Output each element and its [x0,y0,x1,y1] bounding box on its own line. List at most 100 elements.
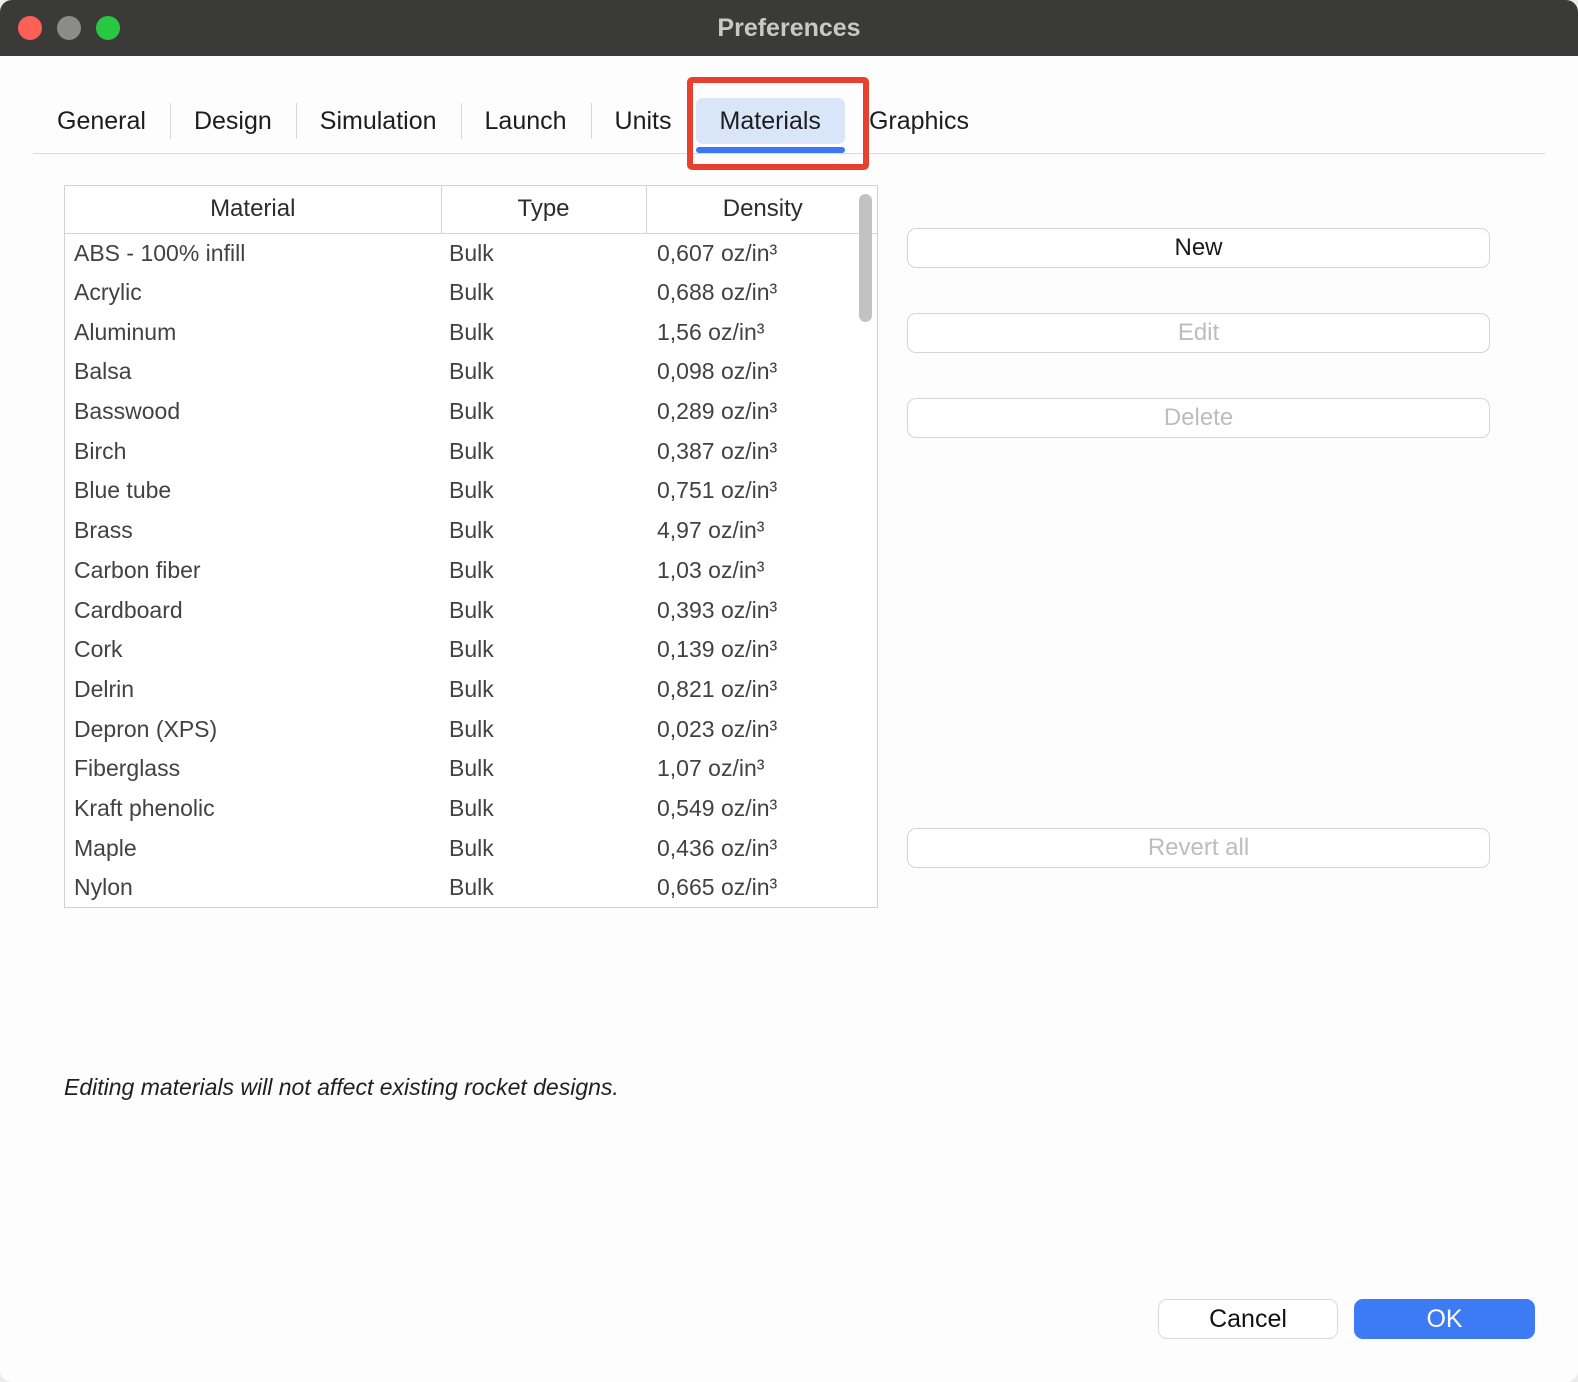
type-cell: Bulk [441,868,646,908]
zoom-button[interactable] [96,16,120,40]
material-cell: Brass [65,511,441,551]
density-cell: 0,751 oz/in³ [646,471,878,511]
density-cell: 0,688 oz/in³ [646,273,878,313]
traffic-lights [18,16,120,40]
type-cell: Bulk [441,670,646,710]
table-row[interactable]: AluminumBulk1,56 oz/in³ [65,312,878,352]
tab-label: Units [615,107,672,136]
density-cell: 0,098 oz/in³ [646,352,878,392]
material-cell: Basswood [65,392,441,432]
type-cell: Bulk [441,789,646,829]
density-cell: 1,07 oz/in³ [646,749,878,789]
material-cell: Fiberglass [65,749,441,789]
density-cell: 4,97 oz/in³ [646,511,878,551]
tab-design[interactable]: Design [170,98,296,144]
material-cell: Birch [65,431,441,471]
table-scrollbar[interactable] [859,194,872,322]
density-cell: 0,821 oz/in³ [646,670,878,710]
close-button[interactable] [18,16,42,40]
material-cell: Nylon [65,868,441,908]
ok-button[interactable]: OK [1354,1299,1535,1339]
density-cell: 0,549 oz/in³ [646,789,878,829]
tab-bar: General Design Simulation Launch Units Materi… [33,95,1578,147]
type-cell: Bulk [441,749,646,789]
type-cell: Bulk [441,431,646,471]
tab-materials[interactable]: Materials [696,98,845,144]
table-row[interactable]: BirchBulk0,387 oz/in³ [65,431,878,471]
column-header-density[interactable]: Density [646,186,878,233]
table-row[interactable]: MapleBulk0,436 oz/in³ [65,828,878,868]
delete-button[interactable]: Delete [907,398,1490,438]
tab-label: Graphics [869,107,969,136]
material-cell: Aluminum [65,312,441,352]
material-cell: Carbon fiber [65,551,441,591]
type-cell: Bulk [441,590,646,630]
window-title: Preferences [717,14,860,43]
tab-label: Materials [720,107,821,136]
minimize-button[interactable] [57,16,81,40]
type-cell: Bulk [441,709,646,749]
density-cell: 0,607 oz/in³ [646,233,878,273]
revert-all-button[interactable]: Revert all [907,828,1490,868]
table-row[interactable]: BalsaBulk0,098 oz/in³ [65,352,878,392]
type-cell: Bulk [441,471,646,511]
density-cell: 0,436 oz/in³ [646,828,878,868]
density-cell: 0,387 oz/in³ [646,431,878,471]
material-cell: Balsa [65,352,441,392]
type-cell: Bulk [441,273,646,313]
table-row[interactable]: NylonBulk0,665 oz/in³ [65,868,878,908]
new-button[interactable]: New [907,228,1490,268]
density-cell: 0,289 oz/in³ [646,392,878,432]
density-cell: 0,665 oz/in³ [646,868,878,908]
tab-label: Design [194,107,272,136]
tab-label: Simulation [320,107,437,136]
tab-label: General [57,107,146,136]
density-cell: 1,03 oz/in³ [646,551,878,591]
table-row[interactable]: ABS - 100% infillBulk0,607 oz/in³ [65,233,878,273]
table-row[interactable]: Blue tubeBulk0,751 oz/in³ [65,471,878,511]
column-header-material[interactable]: Material [65,186,441,233]
table-row[interactable]: DelrinBulk0,821 oz/in³ [65,670,878,710]
density-cell: 0,023 oz/in³ [646,709,878,749]
table-header-row: MaterialTypeDensity [65,186,878,233]
tab-separator [33,153,1545,154]
type-cell: Bulk [441,551,646,591]
table-row[interactable]: CorkBulk0,139 oz/in³ [65,630,878,670]
tab-graphics[interactable]: Graphics [845,98,993,144]
table-row[interactable]: CardboardBulk0,393 oz/in³ [65,590,878,630]
tab-launch[interactable]: Launch [461,98,591,144]
material-cell: Delrin [65,670,441,710]
selected-tab-underline [696,147,845,153]
preferences-window: Preferences General Design Simulation Launc… [0,0,1578,1382]
tab-simulation[interactable]: Simulation [296,98,461,144]
type-cell: Bulk [441,828,646,868]
material-cell: ABS - 100% infill [65,233,441,273]
material-cell: Cardboard [65,590,441,630]
table-row[interactable]: BasswoodBulk0,289 oz/in³ [65,392,878,432]
material-cell: Kraft phenolic [65,789,441,829]
table-row[interactable]: FiberglassBulk1,07 oz/in³ [65,749,878,789]
tab-general[interactable]: General [33,98,170,144]
table-row[interactable]: Depron (XPS)Bulk0,023 oz/in³ [65,709,878,749]
type-cell: Bulk [441,511,646,551]
type-cell: Bulk [441,233,646,273]
tab-label: Launch [485,107,567,136]
material-cell: Acrylic [65,273,441,313]
type-cell: Bulk [441,352,646,392]
materials-table: MaterialTypeDensity ABS - 100% infillBul… [64,185,878,908]
type-cell: Bulk [441,312,646,352]
density-cell: 0,393 oz/in³ [646,590,878,630]
material-cell: Depron (XPS) [65,709,441,749]
titlebar: Preferences [0,0,1578,56]
table-row[interactable]: BrassBulk4,97 oz/in³ [65,511,878,551]
column-header-type[interactable]: Type [441,186,646,233]
material-cell: Cork [65,630,441,670]
table-row[interactable]: Kraft phenolicBulk0,549 oz/in³ [65,789,878,829]
table-row[interactable]: AcrylicBulk0,688 oz/in³ [65,273,878,313]
cancel-button[interactable]: Cancel [1158,1299,1338,1339]
tab-units[interactable]: Units [591,98,696,144]
type-cell: Bulk [441,392,646,432]
edit-button[interactable]: Edit [907,313,1490,353]
table-row[interactable]: Carbon fiberBulk1,03 oz/in³ [65,551,878,591]
material-cell: Blue tube [65,471,441,511]
